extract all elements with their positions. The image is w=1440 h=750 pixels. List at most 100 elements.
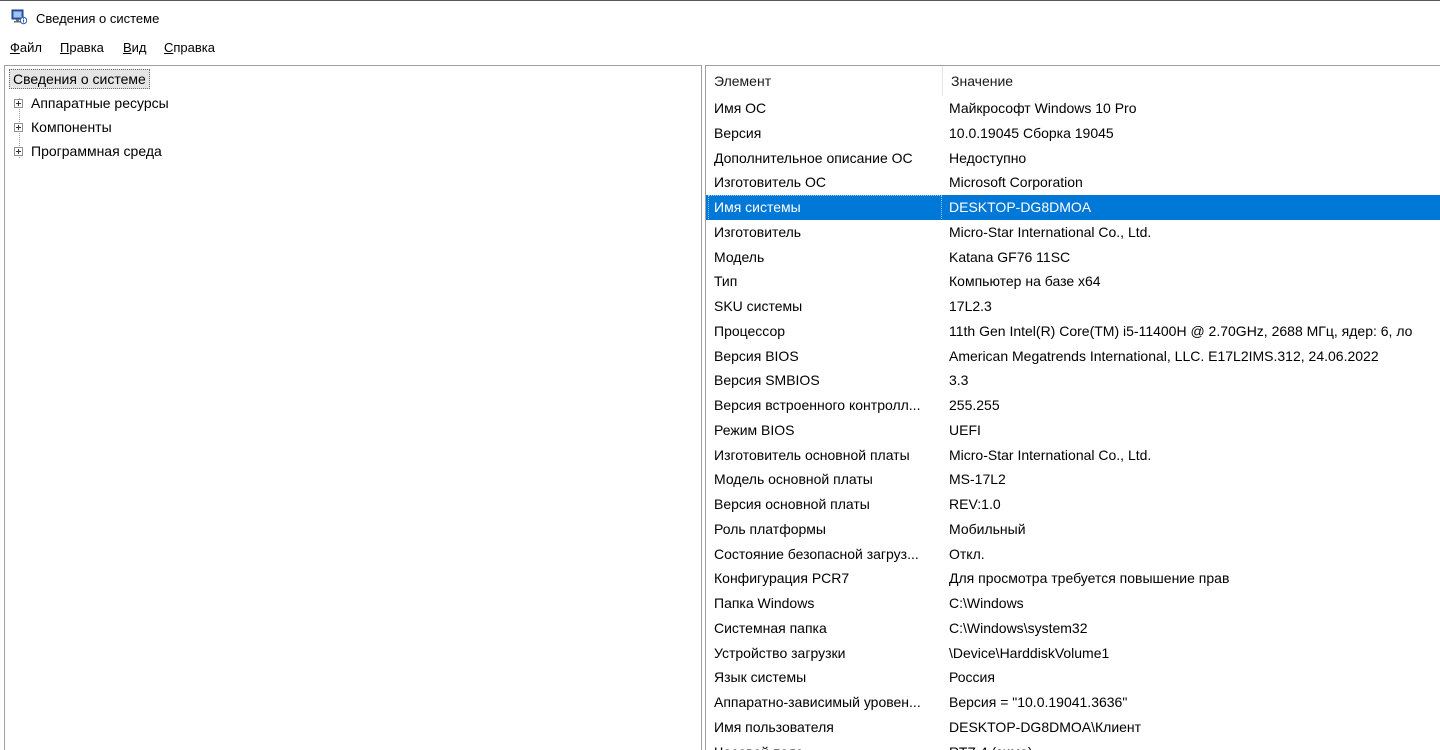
table-row[interactable]: Состояние безопасной загруз... Откл. [706, 542, 1440, 567]
row-value-cell: Компьютер на базе x64 [949, 273, 1101, 290]
details-list[interactable]: Элемент Значение Имя ОС Майкрософт Window… [705, 65, 1440, 750]
row-item-cell: Версия основной платы [714, 496, 870, 512]
tree-root-system-summary[interactable]: Сведения о системе [9, 69, 150, 89]
table-row[interactable]: Язык системы Россия [706, 665, 1440, 690]
window-title: Сведения о системе [36, 11, 160, 26]
menu-edit[interactable]: Правка [60, 40, 104, 55]
table-row[interactable]: Изготовитель Micro-Star International Co.… [706, 220, 1440, 245]
row-item-cell: Имя ОС [714, 100, 767, 116]
row-value-cell: Недоступно [949, 149, 1027, 166]
table-row[interactable]: Папка Windows C:\Windows [706, 591, 1440, 616]
row-item-cell: Папка Windows [714, 595, 815, 611]
row-item-cell: Режим BIOS [714, 421, 795, 438]
row-item-cell: Версия SMBIOS [714, 372, 820, 389]
table-row[interactable]: Версия встроенного контролл... 255.255 [706, 393, 1440, 418]
row-value-cell: DESKTOP-DG8DMOA [949, 199, 1092, 215]
table-row[interactable]: Режим BIOS UEFI [706, 418, 1440, 443]
row-item-cell: Дополнительное описание ОС [714, 149, 913, 166]
row-value-cell: Мобильный [949, 520, 1026, 537]
table-row[interactable]: Версия BIOS American Megatrends Internati… [706, 344, 1440, 369]
row-value-cell: \Device\HarddiskVolume1 [949, 644, 1110, 661]
title-bar[interactable]: Сведения о системе [0, 1, 1440, 35]
table-row[interactable]: Тип Компьютер на базе x64 [706, 269, 1440, 294]
table-row[interactable]: Имя пользователя DESKTOP-DG8DMOA\Клиент [706, 715, 1440, 740]
menu-view-accel: В [123, 40, 132, 55]
row-value-cell: DESKTOP-DG8DMOA\Клиент [949, 718, 1142, 735]
row-item-cell: Роль платформы [714, 520, 826, 537]
table-row[interactable]: Имя ОС Майкрософт Windows 10 Pro [706, 96, 1440, 121]
row-item-cell: Аппаратно-зависимый уровен... [714, 694, 921, 710]
menu-bar: Файл Правка Вид Справка [0, 37, 1440, 59]
row-item-cell: Версия встроенного контролл... [714, 397, 921, 413]
table-row[interactable]: Конфигурация PCR7 Для просмотра требуется… [706, 566, 1440, 591]
table-row[interactable]: Имя системы DESKTOP-DG8DMOA [706, 195, 1440, 221]
row-item-cell: Имя пользователя [714, 718, 834, 735]
row-value-cell: Micro-Star International Co., Ltd. [949, 446, 1152, 463]
row-item-cell: Изготовитель ОС [714, 174, 826, 191]
row-value-cell: Для просмотра требуется повышение прав [949, 570, 1230, 587]
system-information-icon [11, 9, 27, 25]
table-row[interactable]: Системная папка C:\Windows\system32 [706, 616, 1440, 641]
menu-file-label: айл [19, 40, 42, 55]
category-tree[interactable]: Сведения о системе Аппаратные ресурсы Ко… [4, 65, 702, 750]
menu-edit-label: равка [69, 40, 104, 55]
table-row[interactable]: Дополнительное описание ОС Недоступно [706, 146, 1440, 171]
row-item-cell: Системная папка [714, 619, 827, 636]
row-item-cell: Устройство загрузки [714, 644, 846, 661]
expand-icon[interactable] [14, 98, 23, 108]
table-row[interactable]: Часовой пояс RTZ 4 (зима) [706, 740, 1440, 750]
row-item-cell: Модель [714, 248, 765, 265]
row-value-cell: American Megatrends International, LLC. … [949, 347, 1379, 364]
row-item-cell: Язык системы [714, 669, 807, 686]
table-row[interactable]: Модель Katana GF76 11SC [706, 245, 1440, 270]
expand-icon[interactable] [14, 122, 23, 132]
row-value-cell: Microsoft Corporation [949, 174, 1083, 191]
row-value-cell: Майкрософт Windows 10 Pro [949, 100, 1137, 116]
tree-item-software-environment[interactable]: Программная среда [14, 141, 162, 161]
menu-view[interactable]: Вид [123, 40, 147, 55]
row-value-cell: 17L2.3 [949, 298, 992, 314]
row-value-cell: Россия [949, 669, 995, 686]
row-item-cell: Имя системы [714, 199, 801, 215]
row-item-cell: SKU системы [714, 298, 803, 314]
table-row[interactable]: Аппаратно-зависимый уровен... Версия = "1… [706, 690, 1440, 715]
row-item-cell: Тип [714, 273, 738, 290]
table-row[interactable]: Изготовитель ОС Microsoft Corporation [706, 170, 1440, 195]
row-value-cell: UEFI [949, 421, 981, 438]
row-item-cell: Конфигурация PCR7 [714, 570, 850, 587]
tree-item-label: Программная среда [31, 143, 162, 159]
menu-help-accel: С [164, 40, 174, 55]
row-value-cell: C:\Windows\system32 [949, 619, 1088, 636]
expand-icon[interactable] [14, 146, 23, 156]
row-value-cell: MS-17L2 [949, 471, 1006, 488]
column-header-value[interactable]: Значение [943, 66, 1440, 96]
menu-file[interactable]: Файл [10, 40, 42, 55]
row-value-cell: Katana GF76 11SC [949, 248, 1071, 265]
table-row[interactable]: Версия SMBIOS 3.3 [706, 368, 1440, 393]
row-value-cell: C:\Windows [949, 595, 1024, 611]
row-item-cell: Состояние безопасной загруз... [714, 545, 919, 562]
tree-root-label: Сведения о системе [13, 71, 146, 87]
row-value-cell: RTZ 4 (зима) [949, 740, 1440, 750]
table-row[interactable]: Процессор 11th Gen Intel(R) Core(TM) i5-1… [706, 319, 1440, 344]
menu-help[interactable]: Справка [164, 40, 215, 55]
tree-item-hardware-resources[interactable]: Аппаратные ресурсы [14, 93, 169, 113]
tree-item-components[interactable]: Компоненты [14, 117, 112, 137]
table-row[interactable]: SKU системы 17L2.3 [706, 294, 1440, 319]
table-row[interactable]: Роль платформы Мобильный [706, 517, 1440, 542]
details-rows: Имя ОС Майкрософт Windows 10 Pro Версия 10.… [706, 96, 1440, 750]
table-row[interactable]: Изготовитель основной платы Micro-Star In… [706, 443, 1440, 468]
row-value-cell: Версия = "10.0.19041.3636" [949, 694, 1128, 710]
row-item-cell: Модель основной платы [714, 471, 873, 488]
table-row[interactable]: Версия 10.0.19045 Сборка 19045 [706, 121, 1440, 146]
table-row[interactable]: Устройство загрузки \Device\HarddiskVolum… [706, 641, 1440, 666]
row-value-cell: Micro-Star International Co., Ltd. [949, 223, 1152, 240]
row-item-cell: Процессор [714, 322, 786, 339]
table-row[interactable]: Версия основной платы REV:1.0 [706, 492, 1440, 517]
row-value-cell: 10.0.19045 Сборка 19045 [949, 124, 1114, 141]
row-value-cell: 3.3 [949, 372, 969, 389]
column-header-item[interactable]: Элемент [706, 66, 942, 96]
row-item-cell: Изготовитель [714, 223, 802, 240]
table-row[interactable]: Модель основной платы MS-17L2 [706, 467, 1440, 492]
row-value-cell: 11th Gen Intel(R) Core(TM) i5-11400H @ 2… [949, 322, 1413, 339]
